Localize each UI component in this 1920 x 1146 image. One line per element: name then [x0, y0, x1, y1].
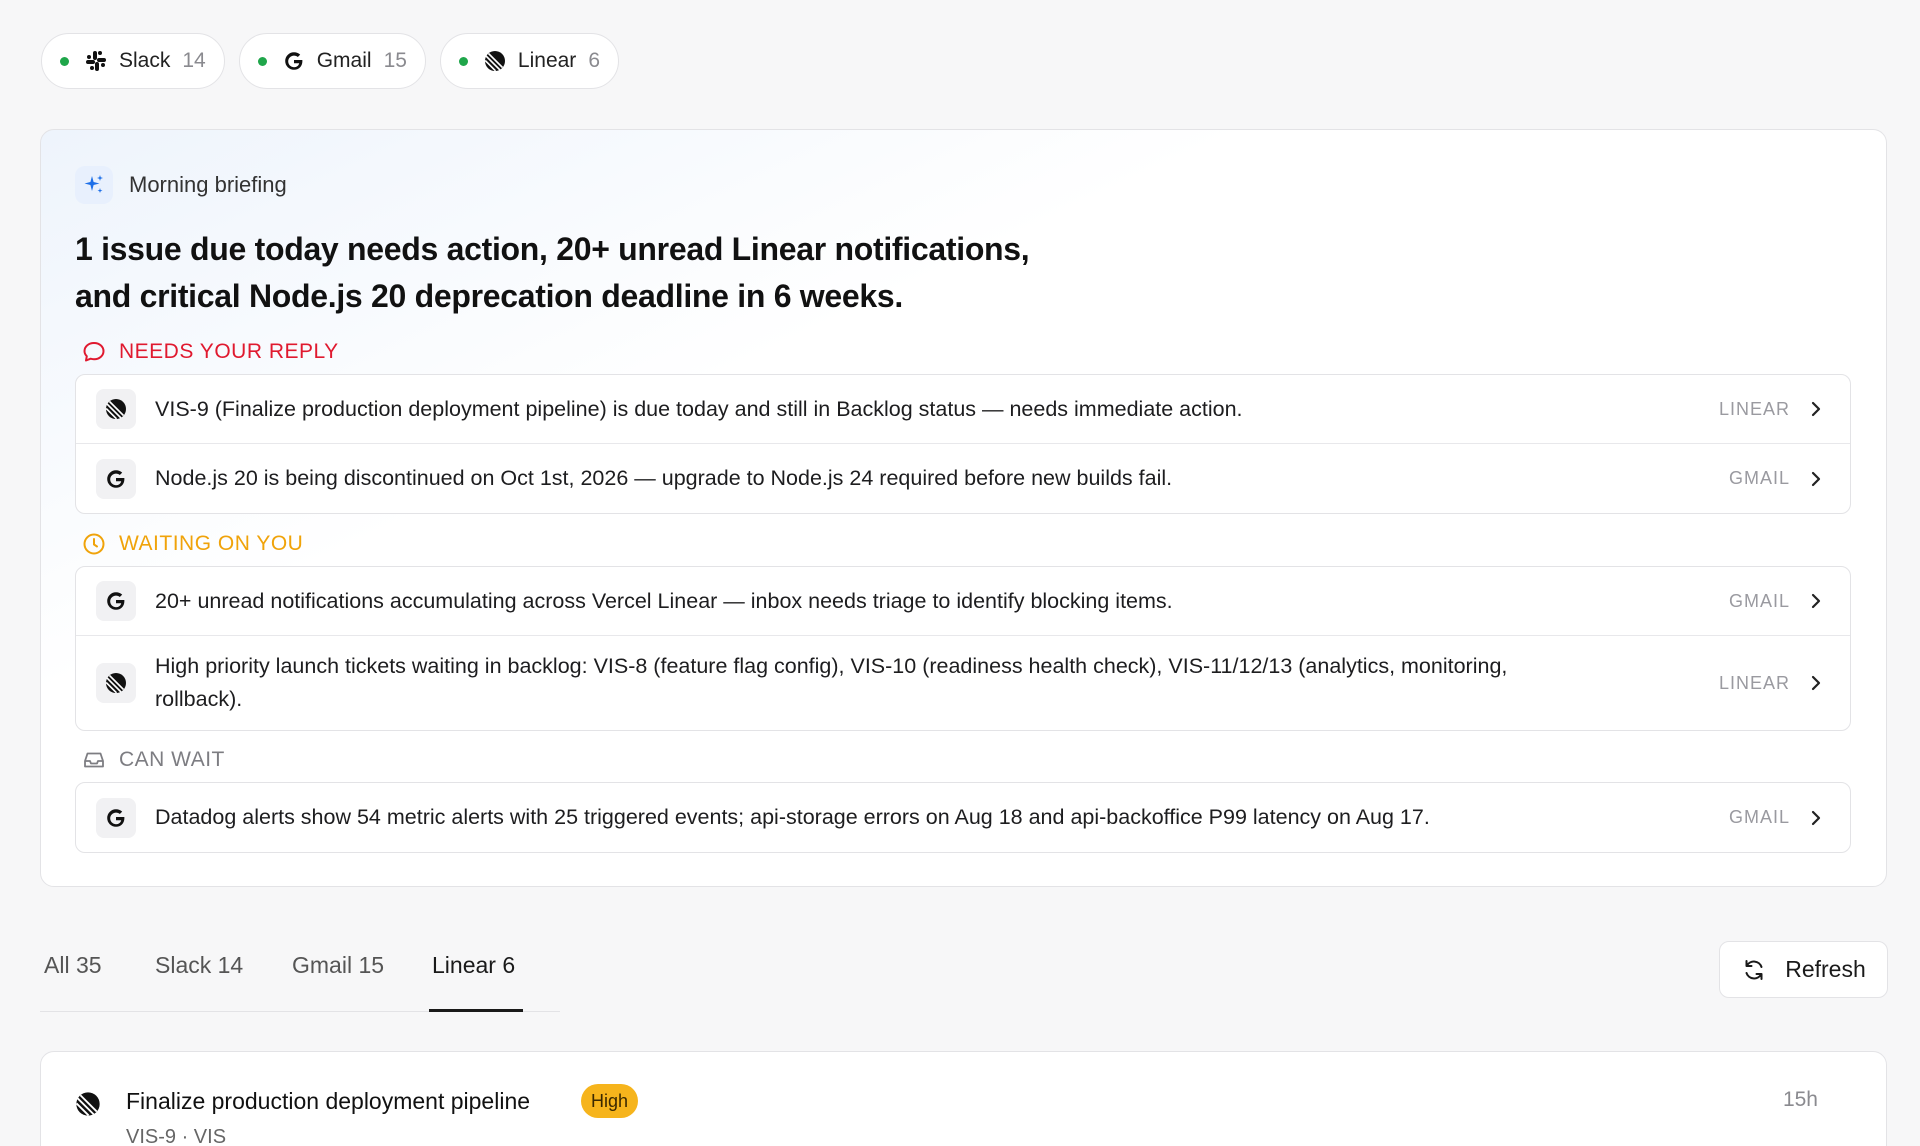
gmail-icon [96, 797, 136, 838]
issue-title: Finalize production deployment pipeline [126, 1088, 531, 1114]
source-pill-gmail[interactable]: Gmail 15 [238, 33, 426, 89]
item-text: Node.js 20 is being discontinued on Oct … [155, 466, 1173, 490]
item-text: 20+ unread notifications accumulating ac… [155, 588, 1173, 613]
section-waiting: WAITING ON YOU [81, 531, 303, 557]
source-name: Slack [119, 49, 171, 72]
tab-slack[interactable]: Slack 14 [155, 952, 243, 979]
item-text: Datadog alerts show 54 metric alerts wit… [155, 805, 1430, 829]
filter-tabs: All 35 Slack 14 Gmail 15 Linear 6 [40, 940, 560, 1012]
briefing-headline: 1 issue due today needs action, 20+ unre… [75, 226, 1175, 320]
tab-linear[interactable]: Linear 6 [432, 952, 515, 979]
list-item[interactable]: VIS-9 (Finalize production deployment pi… [76, 375, 1850, 444]
inbox-icon [84, 752, 104, 768]
section-label: NEEDS YOUR REPLY [119, 340, 339, 363]
headline-line: 1 issue due today needs action, 20+ unre… [75, 231, 1030, 267]
source-pill-linear[interactable]: Linear 6 [439, 33, 619, 89]
list-item[interactable]: High priority launch tickets waiting in … [76, 636, 1850, 730]
gmail-icon [281, 48, 307, 74]
list-item[interactable]: 20+ unread notifications accumulating ac… [76, 567, 1850, 636]
needs-reply-list: VIS-9 (Finalize production deployment pi… [75, 374, 1851, 514]
issue-time: 15h [1782, 1088, 1818, 1111]
section-label: WAITING ON YOU [119, 532, 304, 555]
chat-bubble-icon [83, 342, 105, 362]
item-source: LINEAR [1718, 672, 1790, 693]
briefing-label: Morning briefing [129, 172, 287, 197]
linear-icon [74, 1090, 102, 1123]
item-source: GMAIL [1728, 468, 1790, 488]
sparkle-icon [75, 166, 113, 204]
item-source: GMAIL [1728, 807, 1790, 827]
source-name: Gmail [316, 49, 372, 72]
headline-line: and critical Node.js 20 deprecation dead… [75, 278, 903, 314]
source-pills: Slack 14 Gmail 15 Linear 6 [41, 33, 619, 89]
active-tab-indicator [429, 1009, 523, 1012]
section-label: CAN WAIT [119, 748, 225, 771]
tab-gmail[interactable]: Gmail 15 [292, 952, 384, 979]
chevron-right-icon[interactable] [1810, 470, 1826, 488]
status-dot [458, 56, 468, 66]
section-can-wait: CAN WAIT [81, 747, 225, 773]
item-text: VIS-9 (Finalize production deployment pi… [155, 396, 1243, 421]
refresh-label: Refresh [1785, 956, 1866, 982]
status-dot [257, 56, 267, 66]
chevron-right-icon[interactable] [1810, 592, 1826, 610]
source-count: 6 [588, 49, 600, 72]
issue-meta: VIS-9 · VIS [126, 1126, 227, 1146]
source-count: 15 [383, 49, 407, 72]
refresh-button[interactable]: Refresh [1719, 941, 1888, 998]
morning-briefing-card: Morning briefing 1 issue due today needs… [40, 129, 1887, 887]
refresh-icon [1745, 959, 1763, 980]
list-item[interactable]: Datadog alerts show 54 metric alerts wit… [76, 783, 1850, 852]
source-count: 14 [182, 49, 206, 72]
list-item[interactable]: Node.js 20 is being discontinued on Oct … [76, 444, 1850, 513]
source-pill-slack[interactable]: Slack 14 [41, 33, 225, 89]
tab-all[interactable]: All 35 [44, 952, 102, 979]
issue-card[interactable]: Finalize production deployment pipeline … [40, 1051, 1887, 1146]
briefing-header: Morning briefing [75, 166, 287, 204]
slack-icon [83, 48, 109, 74]
chevron-right-icon[interactable] [1810, 400, 1826, 418]
priority-badge: High [581, 1084, 639, 1118]
waiting-list: 20+ unread notifications accumulating ac… [75, 566, 1851, 731]
item-source: GMAIL [1728, 590, 1790, 611]
gmail-icon [96, 581, 136, 621]
linear-icon [482, 48, 508, 74]
item-source: LINEAR [1718, 398, 1790, 419]
status-dot [60, 56, 69, 66]
clock-icon [83, 533, 105, 555]
chevron-right-icon[interactable] [1810, 674, 1826, 692]
item-text: High priority launch tickets waiting in … [155, 654, 1508, 711]
chevron-right-icon[interactable] [1810, 809, 1826, 827]
linear-icon [96, 389, 136, 429]
can-wait-list: Datadog alerts show 54 metric alerts wit… [75, 782, 1851, 853]
gmail-icon [96, 458, 136, 499]
section-needs-reply: NEEDS YOUR REPLY [81, 339, 339, 365]
source-name: Linear [517, 49, 577, 72]
linear-icon [96, 663, 136, 703]
